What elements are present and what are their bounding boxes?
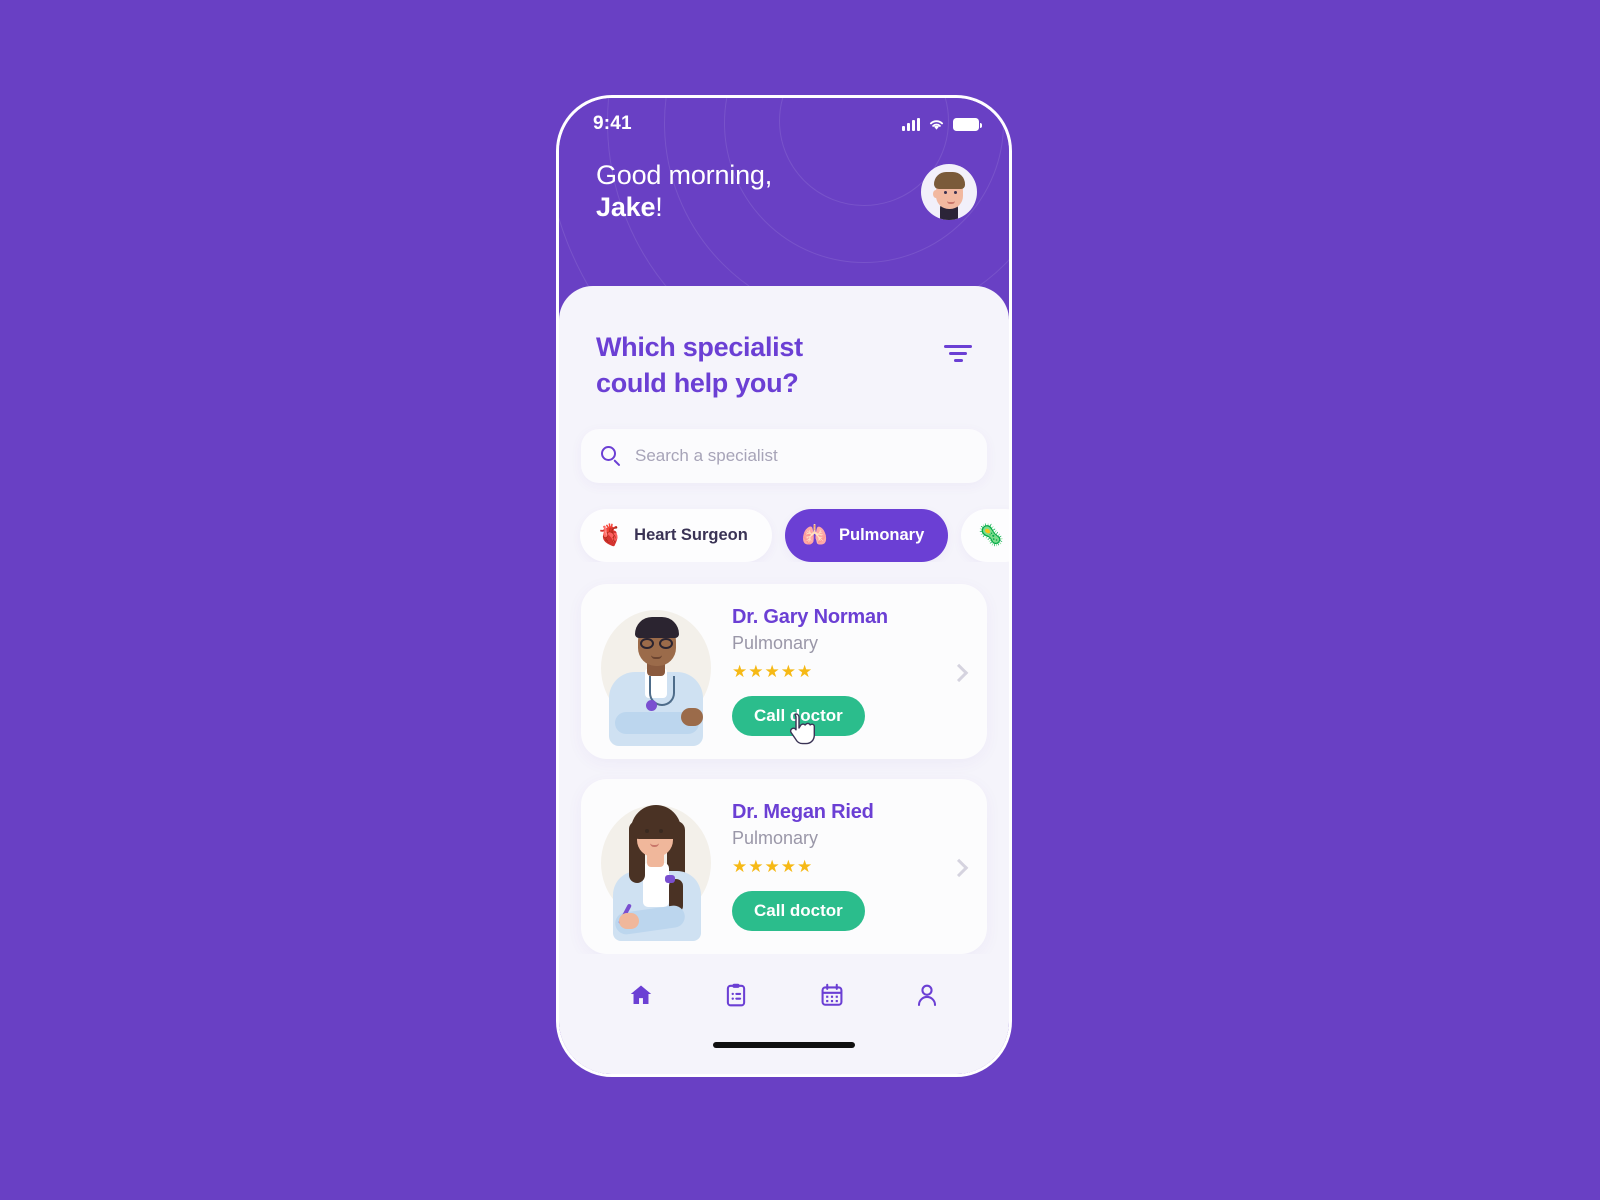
- greeting-row: Good morning, Jake!: [559, 144, 1009, 223]
- signal-bars-icon: [902, 117, 920, 131]
- category-chip-label: Pulmonary: [839, 525, 925, 544]
- search-bar[interactable]: [581, 428, 987, 483]
- home-indicator-area: [559, 1036, 1009, 1074]
- filter-icon[interactable]: [941, 340, 975, 366]
- doctor-info: Dr. Megan Ried Pulmonary ★★★★★ Call doct…: [732, 801, 874, 932]
- home-indicator: [713, 1042, 855, 1048]
- doctor-name: Dr. Gary Norman: [732, 606, 888, 629]
- status-bar: 9:41: [559, 98, 1009, 144]
- doctor-megan-photo: [593, 791, 719, 942]
- avatar-ear: [933, 189, 939, 198]
- category-chip-microbiology[interactable]: 🦠: [961, 508, 1009, 562]
- category-row: 🫀 Heart Surgeon 🫁 Pulmonary 🦠: [559, 483, 1009, 562]
- heart-organ-icon: 🫀: [597, 523, 624, 547]
- doctor-list: Dr. Gary Norman Pulmonary ★★★★★ Call doc…: [559, 562, 1009, 954]
- status-icons: [902, 117, 982, 131]
- greeting-line-1: Good morning,: [596, 160, 772, 190]
- doctor-card[interactable]: Dr. Megan Ried Pulmonary ★★★★★ Call doct…: [581, 778, 987, 954]
- greeting-user-name: Jake: [596, 191, 656, 222]
- avatar[interactable]: [921, 163, 977, 220]
- avatar-hair: [934, 171, 965, 189]
- doctor-specialty: Pulmonary: [732, 633, 819, 654]
- avatar-mouth: [947, 201, 955, 204]
- avatar-eye-left: [944, 190, 947, 194]
- heading-row: Which specialist could help you?: [559, 286, 1009, 402]
- content-sheet: Which specialist could help you? 🫀 Heart…: [559, 286, 1009, 1074]
- app-header: 9:41 Good morning, Jake!: [559, 98, 1009, 294]
- clipboard-icon: [727, 983, 746, 1007]
- microbe-icon: 🦠: [978, 523, 1005, 547]
- rating-stars: ★★★★★: [732, 662, 814, 682]
- category-chip-heart-surgeon[interactable]: 🫀 Heart Surgeon: [580, 508, 772, 562]
- chevron-right-icon[interactable]: [949, 663, 969, 683]
- greeting-line-2: Jake!: [596, 192, 772, 224]
- nav-item-calendar[interactable]: [811, 974, 853, 1016]
- search-input[interactable]: [635, 445, 967, 466]
- avatar-eye-right: [954, 190, 957, 194]
- rating-stars: ★★★★★: [732, 857, 814, 877]
- doctor-card[interactable]: Dr. Gary Norman Pulmonary ★★★★★ Call doc…: [581, 583, 987, 759]
- status-time: 9:41: [593, 113, 632, 134]
- phone-screen: 9:41 Good morning, Jake! Which specialis…: [559, 98, 1009, 1074]
- phone-frame: 9:41 Good morning, Jake! Which specialis…: [556, 95, 1012, 1077]
- profile-icon: [918, 984, 937, 1006]
- category-chip-pulmonary[interactable]: 🫁 Pulmonary: [784, 508, 949, 562]
- search-icon: [601, 445, 621, 467]
- nav-item-home[interactable]: [620, 974, 662, 1016]
- nav-item-profile[interactable]: [906, 974, 948, 1016]
- category-chip-label: Heart Surgeon: [634, 525, 748, 544]
- lungs-icon: 🫁: [801, 523, 828, 547]
- bottom-nav: [559, 954, 1009, 1036]
- doctor-gary-photo: [593, 596, 719, 747]
- page-title: Which specialist could help you?: [596, 332, 803, 398]
- calendar-icon: [821, 983, 843, 1006]
- nav-item-records[interactable]: [715, 974, 757, 1016]
- wifi-icon: [929, 119, 944, 130]
- doctor-name: Dr. Megan Ried: [732, 801, 874, 824]
- doctor-info: Dr. Gary Norman Pulmonary ★★★★★ Call doc…: [732, 606, 888, 737]
- call-doctor-button[interactable]: Call doctor: [732, 891, 865, 932]
- call-doctor-button[interactable]: Call doctor: [732, 696, 865, 737]
- chevron-right-icon[interactable]: [949, 859, 969, 878]
- greeting-text: Good morning, Jake!: [596, 160, 772, 223]
- home-icon: [630, 985, 651, 1004]
- battery-icon: [953, 117, 982, 131]
- greeting-punctuation: !: [655, 191, 663, 222]
- doctor-specialty: Pulmonary: [732, 828, 819, 849]
